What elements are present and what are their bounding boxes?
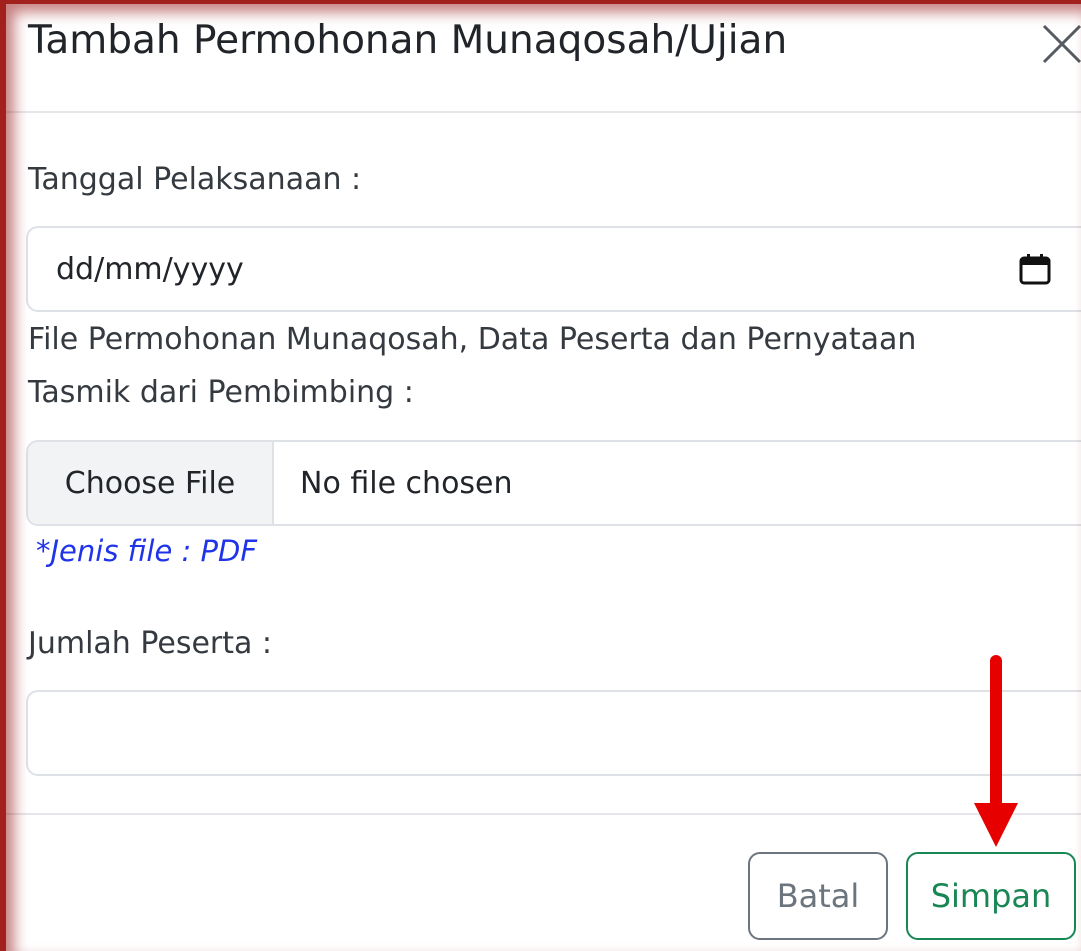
footer-divider xyxy=(0,813,1081,815)
date-input[interactable]: dd/mm/yyyy xyxy=(26,226,1081,312)
file-type-hint: *Jenis file : PDF xyxy=(36,534,257,568)
file-status: No file chosen xyxy=(300,466,513,501)
date-placeholder: dd/mm/yyyy xyxy=(56,252,244,287)
arrow-down-icon xyxy=(974,655,1018,847)
choose-file-button[interactable]: Choose File xyxy=(28,442,274,524)
file-label-line1: File Permohonan Munaqosah, Data Peserta … xyxy=(28,322,917,357)
calendar-icon[interactable] xyxy=(1018,252,1052,286)
close-icon xyxy=(1042,24,1081,64)
modal-header: Tambah Permohonan Munaqosah/Ujian xyxy=(0,0,1081,113)
close-button[interactable] xyxy=(1040,22,1081,66)
modal-title: Tambah Permohonan Munaqosah/Ujian xyxy=(28,18,788,63)
save-button[interactable]: Simpan xyxy=(906,852,1076,940)
modal-dialog: Tambah Permohonan Munaqosah/Ujian Tangga… xyxy=(0,0,1081,951)
file-label-line2: Tasmik dari Pembimbing : xyxy=(28,375,414,410)
participants-input[interactable] xyxy=(26,690,1081,776)
cancel-button[interactable]: Batal xyxy=(748,852,888,940)
date-label: Tanggal Pelaksanaan : xyxy=(28,162,362,197)
participants-label: Jumlah Peserta : xyxy=(28,626,273,661)
file-input[interactable]: Choose File No file chosen xyxy=(26,440,1081,526)
